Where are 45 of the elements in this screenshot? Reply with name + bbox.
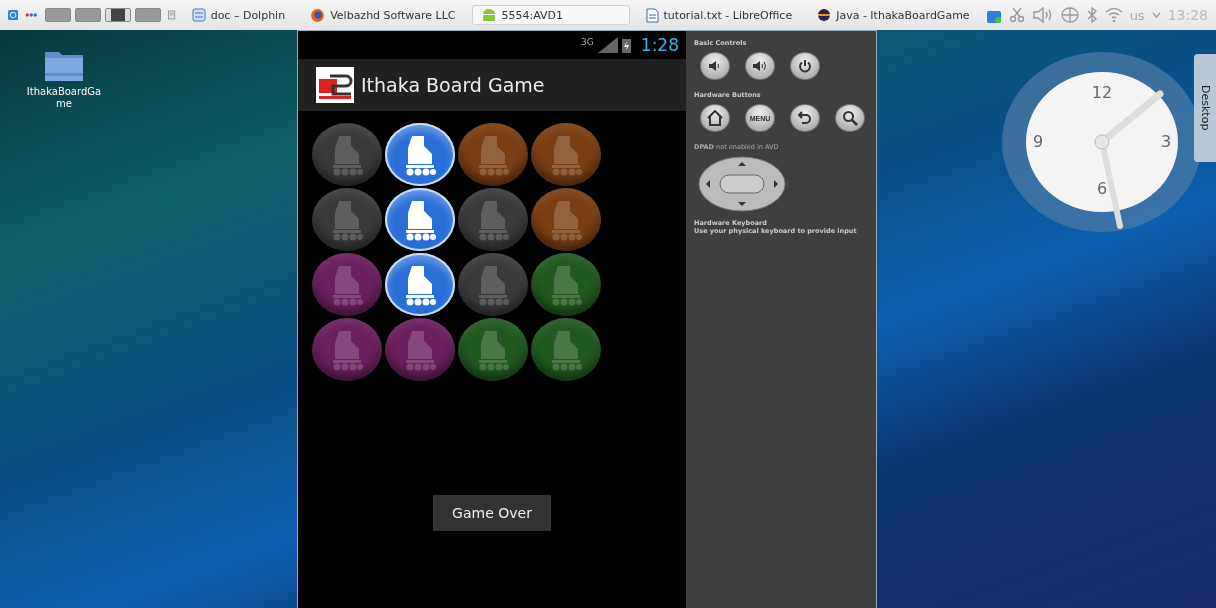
task-button[interactable]: Java - IthakaBoardGame bbox=[808, 5, 979, 25]
status-time: 1:28 bbox=[640, 35, 679, 55]
volume-down-icon bbox=[708, 60, 722, 72]
volume-up-icon bbox=[752, 60, 768, 72]
folder-label: IthakaBoardGame bbox=[25, 86, 103, 110]
wifi-icon[interactable] bbox=[1104, 7, 1123, 23]
browser-icon bbox=[310, 7, 326, 23]
scissors-icon[interactable] bbox=[1008, 7, 1025, 23]
eclipse-icon bbox=[817, 8, 832, 22]
network-type: 3G bbox=[581, 37, 594, 47]
volume-icon[interactable] bbox=[1031, 7, 1054, 23]
home-icon bbox=[706, 110, 724, 126]
app-logo-icon bbox=[316, 67, 354, 103]
clock-numeral: 9 bbox=[1032, 131, 1044, 151]
battery-icon bbox=[621, 37, 631, 53]
pager-desktop[interactable] bbox=[104, 8, 131, 22]
clock-numeral: 6 bbox=[1096, 178, 1108, 198]
search-icon bbox=[842, 110, 858, 126]
document-icon bbox=[645, 7, 659, 23]
game-over-button[interactable]: Game Over bbox=[433, 495, 551, 531]
clock-numeral: 12 bbox=[1091, 83, 1113, 103]
task-button[interactable]: Velbazhd Software LLC bbox=[301, 4, 465, 26]
signal-icon bbox=[597, 37, 618, 53]
desktop-panel-tab[interactable]: Desktop bbox=[1194, 54, 1216, 162]
search-button[interactable] bbox=[835, 104, 865, 132]
volume-up-button[interactable] bbox=[745, 52, 775, 80]
network-icon[interactable] bbox=[1060, 7, 1079, 23]
app-title: Ithaka Board Game bbox=[361, 74, 545, 96]
task-button[interactable]: doc – Dolphin bbox=[182, 5, 295, 25]
notes-icon[interactable] bbox=[167, 7, 176, 23]
power-button[interactable] bbox=[790, 52, 820, 80]
power-icon bbox=[798, 59, 812, 73]
android-icon bbox=[480, 8, 497, 22]
activities-icon[interactable] bbox=[25, 11, 38, 19]
bluetooth-icon[interactable] bbox=[1085, 7, 1098, 23]
home-button[interactable] bbox=[700, 104, 730, 132]
file-manager-icon bbox=[191, 8, 206, 22]
caret-icon[interactable] bbox=[1151, 12, 1161, 18]
task-button[interactable]: tutorial.txt - LibreOffice bbox=[636, 4, 802, 26]
back-icon bbox=[797, 110, 813, 126]
desktop-folder[interactable]: IthakaBoardGame bbox=[20, 48, 108, 110]
clock-numeral: 3 bbox=[1160, 131, 1172, 151]
volume-down-button[interactable] bbox=[700, 52, 730, 80]
back-button[interactable] bbox=[790, 104, 820, 132]
task-button[interactable]: 5554:AVD1 bbox=[471, 5, 630, 25]
